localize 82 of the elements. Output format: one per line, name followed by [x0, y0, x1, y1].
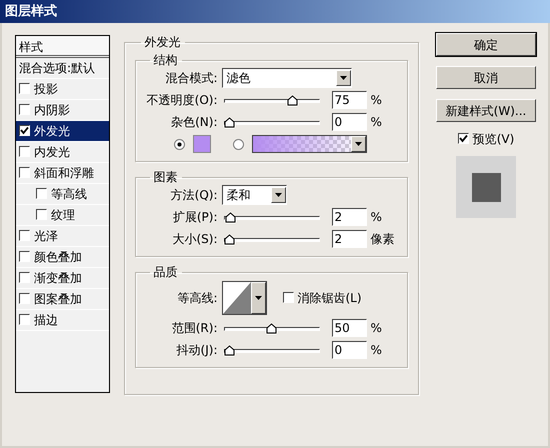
gradient-picker[interactable]	[252, 135, 366, 153]
checkbox[interactable]	[458, 133, 469, 144]
dialog-button[interactable]: 取消	[436, 66, 536, 89]
style-item[interactable]: 光泽	[16, 226, 108, 247]
field-label: 抖动(J):	[176, 342, 218, 359]
value-field[interactable]: 0	[332, 341, 366, 359]
slider-thumb[interactable]	[224, 116, 234, 128]
field-label: 混合模式:	[164, 70, 218, 87]
value-field[interactable]: 50	[332, 319, 366, 337]
contour-icon	[222, 282, 250, 314]
checkbox[interactable]	[36, 188, 47, 199]
style-item[interactable]: 描边	[16, 310, 108, 331]
checkbox[interactable]	[282, 292, 294, 303]
style-item[interactable]: 等高线	[16, 184, 108, 205]
slider-thumb[interactable]	[266, 322, 277, 334]
checkbox[interactable]	[19, 167, 30, 178]
style-item[interactable]: 投影	[16, 79, 108, 100]
field-label: 大小(S):	[171, 231, 218, 248]
antialias-checkbox[interactable]: 消除锯齿(L)	[282, 289, 362, 307]
field-label: 等高线:	[176, 290, 218, 307]
unit-label: %	[370, 342, 382, 359]
group-title: 图素	[152, 170, 178, 184]
style-item[interactable]: 内发光	[16, 142, 108, 163]
slider[interactable]	[224, 116, 320, 128]
field-label: 不透明度(O):	[146, 92, 218, 109]
unit-label: %	[370, 92, 382, 109]
checkbox[interactable]	[19, 125, 30, 136]
value-field[interactable]: 0	[332, 113, 366, 131]
dropdown[interactable]: 柔和	[222, 185, 286, 205]
checkbox[interactable]	[19, 272, 30, 283]
slider[interactable]	[224, 322, 320, 334]
slider-thumb[interactable]	[224, 344, 234, 356]
slider-thumb[interactable]	[225, 212, 236, 222]
style-item[interactable]: 图案叠加	[16, 289, 108, 310]
caret-icon	[336, 70, 350, 86]
style-item[interactable]: 纹理	[16, 205, 108, 226]
radio-button[interactable]	[174, 138, 184, 150]
style-item[interactable]: 外发光	[16, 121, 108, 142]
checkbox[interactable]	[19, 293, 30, 304]
field-label: 扩展(P):	[172, 209, 218, 226]
checkbox[interactable]	[19, 104, 30, 115]
field-label: 方法(Q):	[170, 187, 218, 204]
group-title: 外发光	[144, 35, 182, 49]
value-field[interactable]: 2	[332, 230, 366, 248]
color-swatch[interactable]	[192, 135, 210, 153]
slider-thumb[interactable]	[287, 94, 298, 106]
unit-label: %	[370, 320, 382, 337]
style-item[interactable]: 颜色叠加	[16, 247, 108, 268]
group-title: 品质	[152, 265, 178, 279]
field-label: 范围(R):	[170, 320, 218, 337]
value-field[interactable]: 2	[332, 208, 366, 226]
caret-icon	[270, 187, 286, 203]
unit-label: 像素	[370, 231, 394, 248]
radio-button[interactable]	[232, 138, 244, 150]
unit-label: %	[370, 114, 382, 131]
caret-icon	[350, 136, 366, 152]
style-item[interactable]: 混合选项:默认	[16, 58, 108, 79]
window-title: 图层样式	[0, 0, 550, 23]
preview-checkbox[interactable]: 预览(V)	[436, 130, 536, 148]
slider[interactable]	[224, 234, 320, 244]
style-item[interactable]: 渐变叠加	[16, 268, 108, 289]
checkbox[interactable]	[36, 209, 47, 220]
contour-picker[interactable]	[222, 281, 266, 315]
dropdown[interactable]: 滤色	[222, 68, 352, 88]
checkbox[interactable]	[19, 314, 30, 325]
value-field[interactable]: 75	[332, 91, 366, 109]
slider[interactable]	[224, 94, 320, 106]
checkbox[interactable]	[19, 83, 30, 94]
slider[interactable]	[224, 344, 320, 356]
checkbox[interactable]	[19, 146, 30, 157]
group-title: 结构	[152, 53, 178, 67]
list-header: 样式	[16, 36, 108, 58]
caret-icon	[250, 282, 266, 314]
slider[interactable]	[224, 212, 320, 222]
style-item[interactable]: 斜面和浮雕	[16, 163, 108, 184]
unit-label: %	[370, 209, 382, 226]
checkbox[interactable]	[19, 230, 30, 241]
checkbox[interactable]	[19, 251, 30, 262]
dialog-button[interactable]: 确定	[436, 33, 536, 56]
field-label: 杂色(N):	[170, 114, 218, 131]
dialog-button[interactable]: 新建样式(W)...	[436, 99, 536, 122]
slider-thumb[interactable]	[224, 234, 236, 244]
